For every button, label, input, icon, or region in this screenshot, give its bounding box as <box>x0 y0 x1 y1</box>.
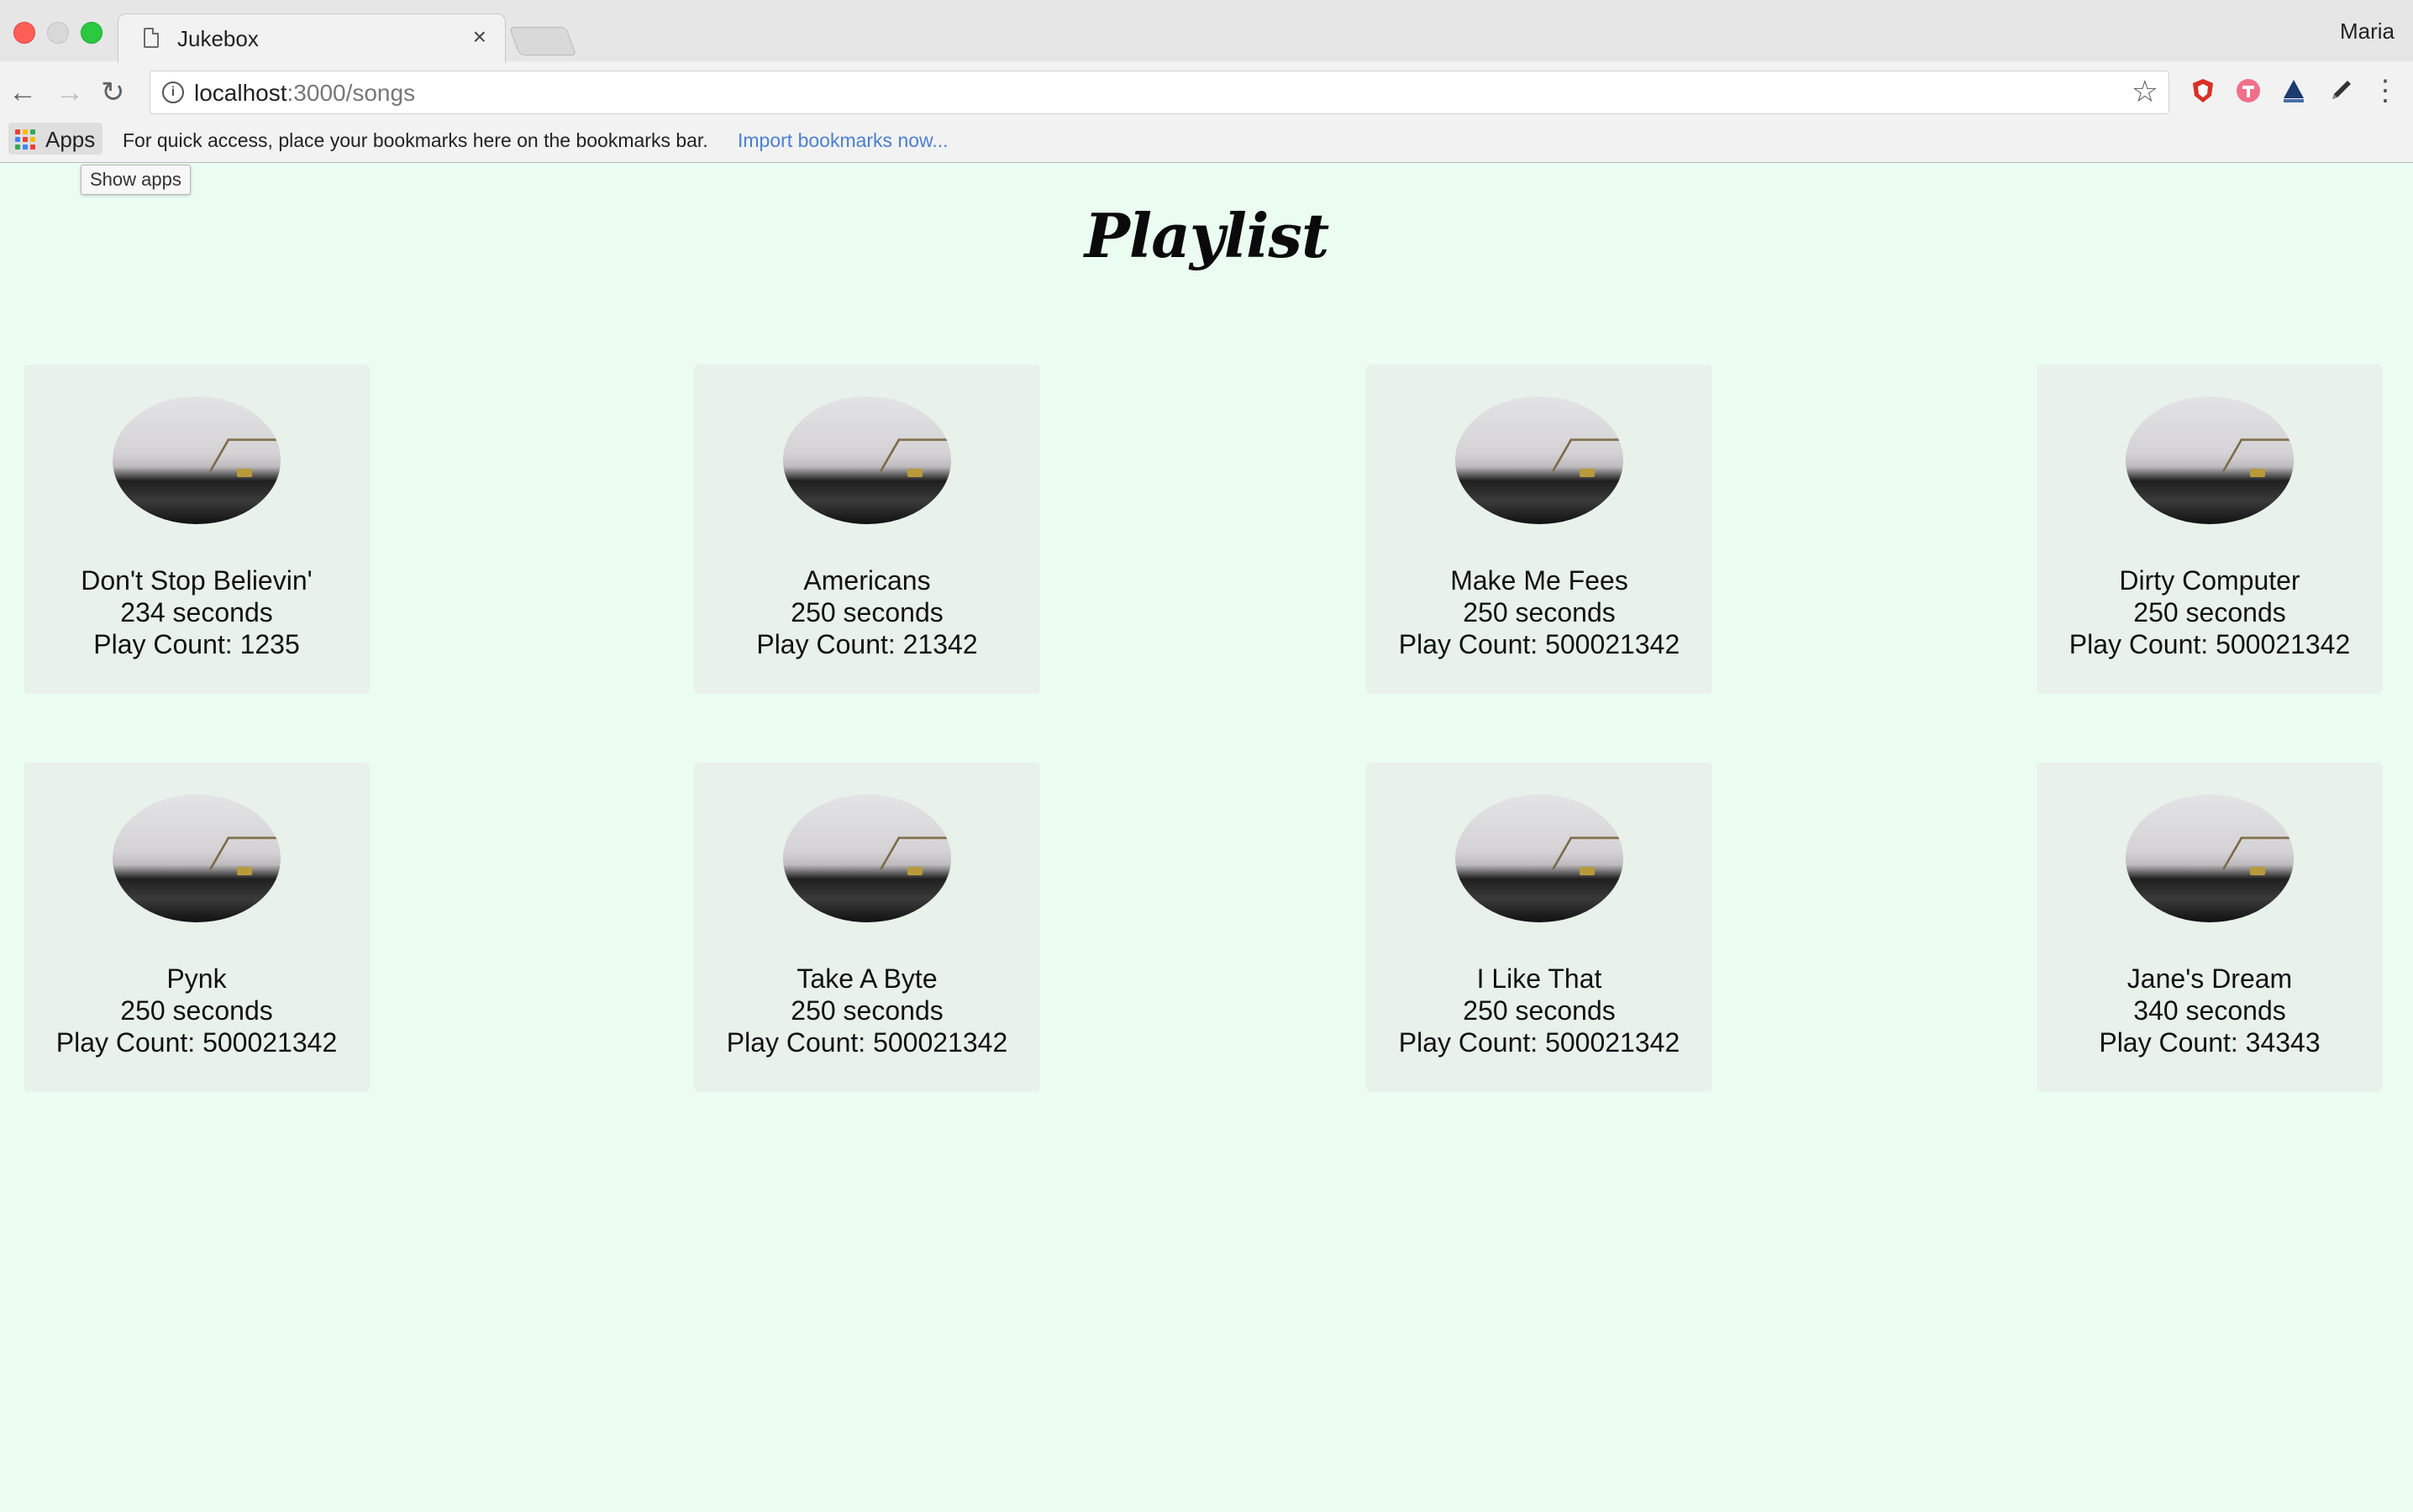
song-duration: 250 seconds <box>791 995 944 1026</box>
turntable-image <box>113 396 281 524</box>
tab-jukebox[interactable]: Jukebox × <box>118 13 506 63</box>
tab-title: Jukebox <box>177 26 259 51</box>
apps-button[interactable]: Apps <box>8 123 103 155</box>
song-duration: 250 seconds <box>1463 995 1616 1026</box>
browser-chrome: Jukebox × Maria ← → ↻ i localhost:3000/s… <box>0 0 2413 162</box>
apps-grid-icon <box>15 129 35 150</box>
song-card[interactable]: Jane's Dream 340 seconds Play Count: 343… <box>2037 763 2383 1092</box>
turntable-image <box>2126 795 2294 922</box>
page-icon <box>144 28 159 48</box>
song-duration: 234 seconds <box>120 597 273 627</box>
turntable-image <box>1455 396 1623 524</box>
bookmarks-hint: For quick access, place your bookmarks h… <box>123 129 708 151</box>
song-duration: 250 seconds <box>791 597 944 627</box>
reload-icon[interactable]: ↻ <box>101 76 125 109</box>
info-icon[interactable]: i <box>162 81 184 103</box>
song-name: Take A Byte <box>796 963 938 994</box>
apps-label: Apps <box>45 127 96 152</box>
turntable-image <box>113 795 281 922</box>
forward-arrow-icon[interactable]: → <box>55 76 84 109</box>
song-name: Pynk <box>166 963 227 994</box>
song-duration: 250 seconds <box>1463 597 1616 627</box>
close-window-button[interactable] <box>13 22 35 44</box>
turntable-image <box>783 396 951 524</box>
song-play-count: Play Count: 34343 <box>2099 1027 2321 1058</box>
song-duration: 340 seconds <box>2133 995 2286 1026</box>
url-host: localhost <box>194 80 287 106</box>
profile-name[interactable]: Maria <box>2340 18 2395 45</box>
song-card[interactable]: Don't Stop Believin' 234 seconds Play Co… <box>24 365 370 694</box>
song-name: Don't Stop Believin' <box>81 565 313 596</box>
maximize-window-button[interactable] <box>81 22 103 44</box>
back-arrow-icon[interactable]: ← <box>8 76 37 109</box>
song-card[interactable]: Take A Byte 250 seconds Play Count: 5000… <box>694 763 1040 1092</box>
song-card[interactable]: Make Me Fees 250 seconds Play Count: 500… <box>1366 365 1712 694</box>
tab-close-icon[interactable]: × <box>473 24 486 50</box>
eyedropper-extension-icon[interactable] <box>2327 77 2354 104</box>
song-play-count: Play Count: 1235 <box>93 629 300 659</box>
song-duration: 250 seconds <box>2133 597 2286 627</box>
song-play-count: Play Count: 500021342 <box>1398 629 1680 659</box>
page-title: Playlist <box>1084 200 1329 271</box>
t-extension-icon[interactable] <box>2235 77 2262 104</box>
tab-strip: Jukebox × Maria <box>0 0 2413 63</box>
song-name: Jane's Dream <box>2126 963 2293 994</box>
song-duration: 250 seconds <box>120 995 273 1026</box>
import-bookmarks-link[interactable]: Import bookmarks now... <box>738 129 949 152</box>
address-bar[interactable]: i localhost:3000/songs ☆ <box>150 71 2169 114</box>
new-tab-button[interactable] <box>508 27 577 55</box>
show-apps-tooltip: Show apps <box>81 165 191 195</box>
song-name: Make Me Fees <box>1450 565 1628 596</box>
song-play-count: Play Count: 500021342 <box>1398 1027 1680 1058</box>
song-name: I Like That <box>1476 963 1602 994</box>
song-card[interactable]: Americans 250 seconds Play Count: 21342 <box>694 365 1040 694</box>
shield-extension-icon[interactable] <box>2190 77 2216 104</box>
song-play-count: Play Count: 500021342 <box>726 1027 1008 1058</box>
song-card[interactable]: I Like That 250 seconds Play Count: 5000… <box>1366 763 1712 1092</box>
bookmarks-bar: Apps For quick access, place your bookma… <box>0 123 2413 161</box>
url-text[interactable]: localhost:3000/songs <box>194 80 415 107</box>
chrome-divider <box>0 162 2413 163</box>
song-card[interactable]: Dirty Computer 250 seconds Play Count: 5… <box>2037 365 2383 694</box>
minimize-window-button[interactable] <box>47 22 69 44</box>
song-play-count: Play Count: 500021342 <box>2069 629 2351 659</box>
turntable-image <box>2126 396 2294 524</box>
bookmark-star-icon[interactable]: ☆ <box>2132 75 2158 108</box>
song-play-count: Play Count: 21342 <box>756 629 978 659</box>
song-name: Americans <box>803 565 931 596</box>
turntable-image <box>1455 795 1623 922</box>
song-play-count: Play Count: 500021342 <box>55 1027 338 1058</box>
song-card[interactable]: Pynk 250 seconds Play Count: 500021342 <box>24 763 370 1092</box>
menu-kebab-icon[interactable]: ⋮ <box>2371 74 2400 108</box>
url-path: :3000/songs <box>287 80 416 106</box>
song-name: Dirty Computer <box>2119 565 2300 596</box>
axe-extension-icon[interactable] <box>2280 77 2307 104</box>
turntable-image <box>783 795 951 922</box>
